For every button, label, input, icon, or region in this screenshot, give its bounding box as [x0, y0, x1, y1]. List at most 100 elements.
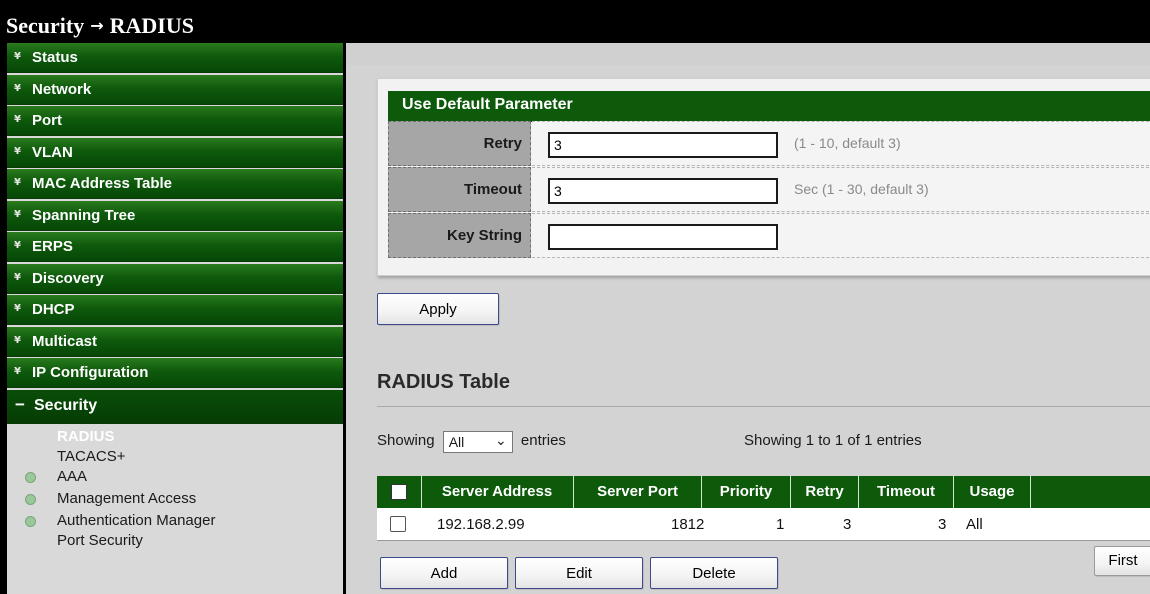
timeout-label-cell: Timeout	[388, 167, 531, 212]
sidebar-item-label: Network	[32, 80, 92, 98]
submenu-item-authentication-manager[interactable]: Authentication Manager	[25, 512, 216, 529]
header-checkbox-cell	[377, 476, 422, 508]
column-header-timeout[interactable]: Timeout	[859, 476, 954, 508]
retry-row: Retry (1 - 10, default 3)	[388, 121, 1150, 166]
entries-select-value: All	[448, 434, 465, 450]
bullet-icon	[25, 516, 36, 527]
breadcrumb-arrow-icon: →	[90, 16, 104, 35]
sidebar-item-label: Port	[32, 112, 62, 129]
expand-chevron-icon: ¥	[14, 208, 21, 220]
sidebar-item-dhcp[interactable]: ¥ DHCP	[7, 295, 343, 325]
sidebar-item-port[interactable]: ¥ Port	[7, 106, 343, 136]
breadcrumb-section: Security	[6, 13, 85, 38]
cell-usage: All	[966, 516, 983, 533]
expand-chevron-icon: ¥	[14, 366, 21, 377]
sidebar-item-ip-configuration[interactable]: ¥ IP Configuration	[7, 358, 343, 388]
cell-priority: 1	[776, 516, 785, 533]
timeout-row: Timeout Sec (1 - 30, default 3)	[388, 167, 1150, 212]
sidebar-menu: ¥ Status ¥ Network ¥ Port ¥ VLAN ¥ MAC Addres…	[7, 43, 343, 594]
sidebar-item-spanning-tree[interactable]: ¥ Spanning Tree	[7, 200, 343, 231]
entries-label: entries	[520, 431, 566, 449]
showing-label: Showing	[377, 431, 435, 449]
expand-chevron-icon: ¥	[14, 303, 21, 314]
apply-button[interactable]: Apply	[377, 293, 499, 325]
title-bar: Security → RADIUS	[0, 0, 1150, 42]
key-string-label: Key String	[446, 227, 522, 244]
expand-chevron-icon: ¥	[14, 240, 21, 251]
cell-retry: 3	[843, 516, 852, 533]
sidebar-item-multicast[interactable]: ¥ Multicast	[7, 326, 343, 357]
select-all-checkbox[interactable]	[391, 484, 407, 500]
expand-chevron-icon: ¥	[14, 145, 21, 157]
pagination-first-button[interactable]: First	[1094, 546, 1150, 576]
expand-chevron-icon: ¥	[14, 82, 21, 94]
table-header: Server Address Server Port Priority Retr…	[377, 476, 1150, 508]
key-string-input[interactable]	[548, 224, 778, 250]
entries-select[interactable]: All ⌄	[442, 431, 513, 453]
sidebar-item-label: IP Configuration	[32, 364, 149, 381]
cell-timeout: 3	[938, 516, 947, 533]
page-breadcrumb: Security → RADIUS	[6, 13, 194, 39]
chevron-down-icon: ⌄	[494, 433, 507, 449]
submenu-item-radius[interactable]: RADIUS	[57, 428, 115, 445]
sidebar-item-vlan[interactable]: ¥ VLAN	[7, 137, 343, 168]
submenu-item-label: Authentication Manager	[57, 512, 216, 529]
key-string-row: Key String	[388, 213, 1150, 258]
sidebar-item-discovery[interactable]: ¥ Discovery	[7, 263, 343, 294]
timeout-input[interactable]	[548, 178, 778, 204]
delete-button[interactable]: Delete	[650, 557, 778, 589]
add-button[interactable]: Add	[380, 557, 508, 589]
column-header-retry[interactable]: Retry	[791, 476, 859, 508]
expand-chevron-icon: ¥	[14, 334, 21, 346]
sidebar-item-label: Spanning Tree	[32, 206, 136, 224]
expand-chevron-icon: ¥	[14, 114, 21, 125]
sidebar-item-label: Status	[32, 49, 78, 66]
row-checkbox[interactable]	[390, 516, 406, 532]
column-header-server-port[interactable]: Server Port	[574, 476, 702, 508]
entries-control: Showing All ⌄ entries	[377, 430, 566, 453]
radius-table-title: RADIUS Table	[377, 371, 510, 393]
sidebar-item-label: DHCP	[32, 301, 75, 318]
timeout-label: Timeout	[463, 181, 522, 198]
default-parameter-panel: Use Default Parameter Retry (1 - 10, def…	[377, 78, 1150, 276]
main-content: Use Default Parameter Retry (1 - 10, def…	[346, 43, 1150, 594]
title-divider	[377, 406, 1150, 407]
collapse-minus-icon: −	[15, 394, 25, 414]
sidebar-item-label: ERPS	[32, 238, 73, 255]
expand-chevron-icon: ¥	[14, 271, 21, 283]
sidebar-item-label: Multicast	[32, 332, 98, 350]
submenu-item-label: Management Access	[57, 490, 197, 507]
sidebar-item-label: Security	[34, 396, 98, 414]
submenu-item-aaa[interactable]: AAA	[25, 468, 88, 485]
submenu-item-tacacs[interactable]: TACACS+	[57, 448, 126, 465]
bullet-icon	[25, 472, 36, 483]
timeout-value-cell: Sec (1 - 30, default 3)	[532, 167, 1150, 212]
submenu-item-label: AAA	[57, 468, 88, 485]
column-header-usage[interactable]: Usage	[954, 476, 1031, 508]
edit-button[interactable]: Edit	[515, 557, 643, 589]
table-row[interactable]: 192.168.2.99 1812 1 3 3 All	[377, 508, 1150, 541]
sidebar-item-network[interactable]: ¥ Network	[7, 74, 343, 105]
panel-header: Use Default Parameter	[388, 91, 1150, 122]
column-header-priority[interactable]: Priority	[702, 476, 791, 508]
retry-label: Retry	[483, 135, 522, 152]
sidebar-item-erps[interactable]: ¥ ERPS	[7, 232, 343, 262]
submenu-item-management-access[interactable]: Management Access	[25, 490, 197, 507]
panel-title: Use Default Parameter	[402, 96, 573, 113]
submenu-item-port-security[interactable]: Port Security	[57, 532, 143, 549]
breadcrumb-page: RADIUS	[109, 13, 194, 38]
timeout-hint: Sec (1 - 30, default 3)	[794, 181, 929, 197]
retry-hint: (1 - 10, default 3)	[794, 135, 901, 151]
entries-summary: Showing 1 to 1 of 1 entries	[744, 432, 922, 449]
security-submenu: RADIUS TACACS+ AAA Management Access Aut…	[7, 425, 343, 585]
sidebar-item-mac-address-table[interactable]: ¥ MAC Address Table	[7, 169, 343, 199]
retry-label-cell: Retry	[388, 121, 531, 166]
sidebar-item-status[interactable]: ¥ Status	[7, 43, 343, 73]
sidebar-item-security[interactable]: − Security	[7, 389, 343, 424]
retry-input[interactable]	[548, 132, 778, 158]
cell-server-port: 1812	[671, 516, 705, 533]
retry-value-cell: (1 - 10, default 3)	[532, 121, 1150, 166]
key-string-label-cell: Key String	[388, 213, 531, 258]
key-string-value-cell	[532, 213, 1150, 258]
column-header-server-address[interactable]: Server Address	[421, 476, 574, 508]
